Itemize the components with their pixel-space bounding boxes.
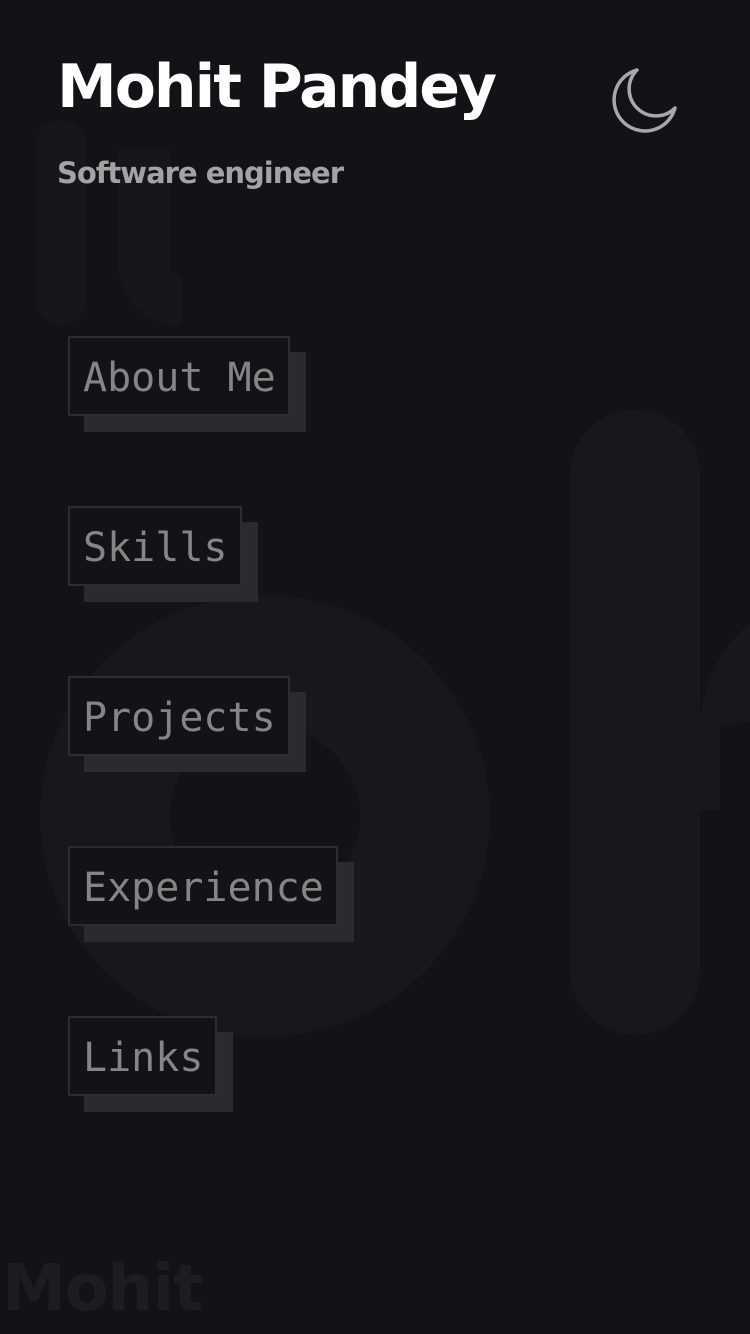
nav-item-about: About Me: [68, 336, 338, 506]
nav-button-links[interactable]: Links: [68, 1016, 218, 1096]
nav-item-links: Links: [68, 1016, 338, 1186]
nav-button-skills[interactable]: Skills: [68, 506, 242, 586]
nav-item-projects: Projects: [68, 676, 338, 846]
background-letter-h-stem: [570, 410, 700, 1035]
background-letter-h-arch: [700, 590, 750, 810]
nav-button-about-me[interactable]: About Me: [68, 336, 290, 416]
site-subtitle: Software engineer: [57, 156, 344, 190]
nav-button-experience[interactable]: Experience: [68, 846, 338, 926]
nav-list: About Me Skills Projects Experience Link…: [68, 336, 338, 1186]
moon-icon: [606, 60, 686, 140]
background-letter-i: [36, 120, 86, 325]
theme-toggle-button[interactable]: [606, 60, 686, 140]
nav-item-skills: Skills: [68, 506, 338, 676]
page: Mohit Mohit Pandey Software engineer Abo…: [0, 0, 750, 1334]
background-footer-word: Mohit: [2, 1252, 204, 1326]
nav-button-projects[interactable]: Projects: [68, 676, 290, 756]
nav-item-experience: Experience: [68, 846, 338, 1016]
site-title: Mohit Pandey: [57, 52, 497, 122]
